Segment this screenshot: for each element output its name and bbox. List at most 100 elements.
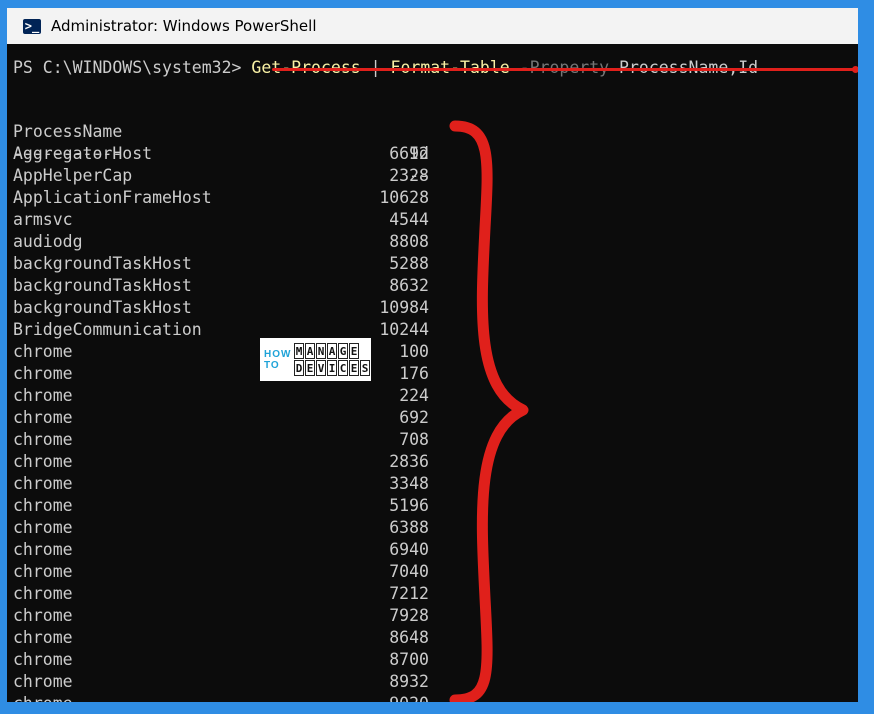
- process-id: 708: [399, 430, 429, 449]
- table-row: armsvc 4544: [13, 209, 443, 231]
- process-name: chrome: [13, 518, 73, 537]
- table-row: chrome 7212: [13, 583, 443, 605]
- table-row: backgroundTaskHost 8632: [13, 275, 443, 297]
- process-id: 8700: [389, 650, 429, 669]
- process-name: chrome: [13, 650, 73, 669]
- table-row: chrome 708: [13, 429, 443, 451]
- table-row: chrome 100: [13, 341, 443, 363]
- process-name: BridgeCommunication: [13, 320, 202, 339]
- process-name: chrome: [13, 584, 73, 603]
- table-header: ProcessName Id: [13, 99, 443, 163]
- process-name: chrome: [13, 452, 73, 471]
- logo-letter: N: [316, 343, 326, 359]
- process-id: 7212: [389, 584, 429, 603]
- process-id: 6692: [389, 144, 429, 163]
- command-underline-annotation: [272, 66, 858, 73]
- table-row: AggregatorHost 6692: [13, 143, 443, 165]
- prompt-path: PS C:\WINDOWS\system32>: [13, 58, 252, 77]
- table-row: chrome 6388: [13, 517, 443, 539]
- table-row: chrome 5196: [13, 495, 443, 517]
- logo-letter: A: [327, 343, 337, 359]
- process-name: backgroundTaskHost: [13, 276, 192, 295]
- table-row: chrome 3348: [13, 473, 443, 495]
- table-row: backgroundTaskHost 5288: [13, 253, 443, 275]
- powershell-window: >_ Administrator: Windows PowerShell PS …: [7, 8, 858, 702]
- process-name: AppHelperCap: [13, 166, 133, 185]
- logo-letter: D: [294, 360, 304, 376]
- process-name: chrome: [13, 606, 73, 625]
- process-id: 224: [399, 386, 429, 405]
- process-name: chrome: [13, 672, 73, 691]
- process-name: ApplicationFrameHost: [13, 188, 212, 207]
- process-id: 2836: [389, 452, 429, 471]
- table-row: chrome 176: [13, 363, 443, 385]
- process-id: 10628: [379, 188, 429, 207]
- table-row: chrome 7040: [13, 561, 443, 583]
- window-title: Administrator: Windows PowerShell: [51, 17, 317, 35]
- process-id: 6940: [389, 540, 429, 559]
- process-id: 8808: [389, 232, 429, 251]
- process-name: backgroundTaskHost: [13, 254, 192, 273]
- table-row: chrome 7928: [13, 605, 443, 627]
- process-id: 2328: [389, 166, 429, 185]
- process-id: 10984: [379, 298, 429, 317]
- logo-word: MANAGE: [294, 343, 370, 359]
- process-id: 8632: [389, 276, 429, 295]
- process-name: chrome: [13, 364, 73, 383]
- logo-letter: V: [316, 360, 326, 376]
- process-name: chrome: [13, 693, 73, 702]
- curly-brace-annotation: [449, 120, 529, 702]
- logo-letter: S: [360, 360, 370, 376]
- logo-word: DEVICES: [294, 360, 370, 376]
- process-id: 7928: [389, 606, 429, 625]
- powershell-icon: >_: [23, 18, 41, 34]
- process-name: backgroundTaskHost: [13, 298, 192, 317]
- terminal-output[interactable]: PS C:\WINDOWS\system32> Get-Process | Fo…: [7, 44, 858, 702]
- logo-letter: A: [305, 343, 315, 359]
- table-row: BridgeCommunication 10244: [13, 319, 443, 341]
- table-row: ApplicationFrameHost 10628: [13, 187, 443, 209]
- table-row: AppHelperCap 2328: [13, 165, 443, 187]
- process-name: chrome: [13, 386, 73, 405]
- process-id: 7040: [389, 562, 429, 581]
- table-row: chrome 8648: [13, 627, 443, 649]
- logo-letter: I: [327, 360, 337, 376]
- process-name: chrome: [13, 474, 73, 493]
- process-id: 8648: [389, 628, 429, 647]
- process-name: AggregatorHost: [13, 144, 153, 163]
- table-row: chrome 692: [13, 407, 443, 429]
- title-bar[interactable]: >_ Administrator: Windows PowerShell: [7, 8, 858, 44]
- process-name: chrome: [13, 408, 73, 427]
- table-row: audiodg 8808: [13, 231, 443, 253]
- logo-letter: G: [338, 343, 348, 359]
- process-name: armsvc: [13, 210, 73, 229]
- table-row: chrome 8700: [13, 649, 443, 671]
- table-row: chrome 6940: [13, 539, 443, 561]
- process-name: chrome: [13, 430, 73, 449]
- process-id: 692: [399, 408, 429, 427]
- process-name: chrome: [13, 540, 73, 559]
- process-name: chrome: [13, 628, 73, 647]
- process-id: 3348: [389, 474, 429, 493]
- table-row: backgroundTaskHost 10984: [13, 297, 443, 319]
- logo-letter: E: [305, 360, 315, 376]
- table-row: chrome 2836: [13, 451, 443, 473]
- logo-how-to: HOW TO: [264, 348, 292, 371]
- table-row: chrome 224: [13, 385, 443, 407]
- logo-letter: E: [349, 360, 359, 376]
- logo-letter: M: [294, 343, 304, 359]
- process-id: 5288: [389, 254, 429, 273]
- process-name: chrome: [13, 342, 73, 361]
- process-id: 5196: [389, 496, 429, 515]
- logo-manage-devices: MANAGE DEVICES: [294, 343, 370, 376]
- process-name: chrome: [13, 496, 73, 515]
- table-separator: ----------- --: [13, 121, 443, 185]
- process-name: chrome: [13, 562, 73, 581]
- logo-letter: C: [338, 360, 348, 376]
- process-id: 4544: [389, 210, 429, 229]
- table-row: chrome 8932: [13, 671, 443, 693]
- process-id: 9020: [307, 693, 429, 702]
- table-row: chrome 9020: [13, 693, 443, 702]
- logo-letter: E: [349, 343, 359, 359]
- process-id: 8932: [389, 672, 429, 691]
